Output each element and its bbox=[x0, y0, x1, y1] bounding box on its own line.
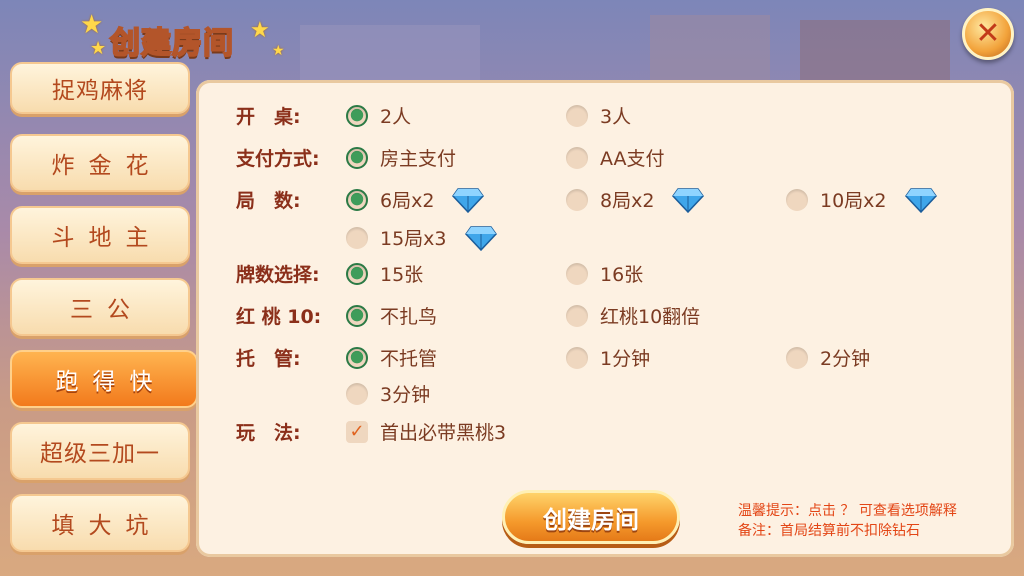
option-8-rounds[interactable]: 8局x2 bbox=[566, 186, 705, 213]
option-label: 不扎鸟 bbox=[380, 306, 438, 328]
radio-unselected[interactable] bbox=[566, 346, 588, 369]
page-title: 创建房间 bbox=[109, 25, 234, 62]
row-label-auto-play: 托 管: bbox=[236, 348, 301, 370]
create-room-label: 创建房间 bbox=[543, 505, 639, 534]
hint-text: 温馨提示：点击 ？ 可查看选项解释 bbox=[738, 503, 957, 519]
option-label: 6局x2 bbox=[380, 190, 435, 212]
option-label: 2分钟 bbox=[820, 348, 871, 370]
sidebar-item-label: 跑得快 bbox=[55, 369, 167, 395]
radio-unselected[interactable] bbox=[566, 104, 588, 127]
option-label: 2人 bbox=[380, 106, 412, 128]
option-label: 1分钟 bbox=[600, 348, 651, 370]
star-icon: ★ bbox=[90, 38, 107, 59]
sidebar-item-zhajinhua[interactable]: 炸金花 bbox=[10, 134, 190, 192]
option-auto-1min[interactable]: 1分钟 bbox=[566, 344, 650, 371]
radio-unselected[interactable] bbox=[566, 304, 588, 327]
option-3-players[interactable]: 3人 bbox=[566, 102, 631, 129]
option-label: 首出必带黑桃3 bbox=[380, 422, 507, 444]
radio-unselected[interactable] bbox=[346, 382, 368, 405]
option-6-rounds[interactable]: 6局x2 bbox=[346, 186, 485, 213]
title-banner: ★ ★ ★ ★ 创建房间 bbox=[40, 8, 285, 66]
radio-selected[interactable] bbox=[346, 146, 368, 169]
row-label-heart-10: 红 桃 10: bbox=[236, 306, 322, 328]
option-label: 3人 bbox=[600, 106, 632, 128]
sidebar-item-chaoji-sanjiayi[interactable]: 超级三加一 bbox=[10, 422, 190, 480]
sidebar-item-label: 填大坑 bbox=[51, 513, 163, 539]
option-label: 8局x2 bbox=[600, 190, 655, 212]
option-auto-2min[interactable]: 2分钟 bbox=[786, 344, 870, 371]
option-label: 不托管 bbox=[380, 348, 438, 370]
option-2-players[interactable]: 2人 bbox=[346, 102, 411, 129]
option-no-auto[interactable]: 不托管 bbox=[346, 344, 437, 371]
create-room-button[interactable]: 创建房间 bbox=[502, 490, 680, 544]
row-label-payment: 支付方式: bbox=[236, 148, 320, 170]
radio-unselected[interactable] bbox=[566, 188, 588, 211]
diamond-icon bbox=[464, 225, 497, 251]
option-16-cards[interactable]: 16张 bbox=[566, 260, 643, 287]
option-aa-pay[interactable]: AA支付 bbox=[566, 144, 665, 171]
sidebar-item-doudizhu[interactable]: 斗地主 bbox=[10, 206, 190, 264]
option-auto-3min[interactable]: 3分钟 bbox=[346, 380, 430, 407]
option-15-rounds[interactable]: 15局x3 bbox=[346, 224, 497, 251]
radio-unselected[interactable] bbox=[786, 346, 808, 369]
option-label: 16张 bbox=[600, 264, 644, 286]
sidebar-item-label: 三公 bbox=[70, 297, 144, 323]
option-label: 15局x3 bbox=[380, 228, 447, 250]
star-icon: ★ bbox=[80, 10, 104, 40]
diamond-icon bbox=[452, 187, 485, 213]
background-building bbox=[300, 25, 480, 85]
star-icon: ★ bbox=[272, 43, 285, 59]
sidebar-item-tiandakeng[interactable]: 填大坑 bbox=[10, 494, 190, 552]
sidebar-item-sangong[interactable]: 三公 bbox=[10, 278, 190, 336]
radio-selected[interactable] bbox=[346, 304, 368, 327]
radio-unselected[interactable] bbox=[566, 262, 588, 285]
option-spade3-first[interactable]: ✓ 首出必带黑桃3 bbox=[346, 418, 506, 445]
option-label: 房主支付 bbox=[380, 148, 457, 170]
row-label-rounds: 局 数: bbox=[236, 190, 301, 212]
option-host-pay[interactable]: 房主支付 bbox=[346, 144, 456, 171]
option-no-bird[interactable]: 不扎鸟 bbox=[346, 302, 437, 329]
option-label: AA支付 bbox=[600, 148, 665, 170]
option-label: 3分钟 bbox=[380, 384, 431, 406]
sidebar-item-zhuoji-majiang[interactable]: 捉鸡麻将 bbox=[10, 62, 190, 114]
close-icon: ✕ bbox=[975, 16, 1001, 51]
radio-unselected[interactable] bbox=[566, 146, 588, 169]
radio-unselected[interactable] bbox=[786, 188, 808, 211]
sidebar-item-label: 超级三加一 bbox=[40, 441, 160, 467]
radio-selected[interactable] bbox=[346, 188, 368, 211]
row-label-card-count: 牌数选择: bbox=[236, 264, 320, 286]
checkbox-checked[interactable]: ✓ bbox=[346, 420, 368, 443]
star-icon: ★ bbox=[250, 18, 270, 43]
settings-panel: 开 桌: 2人 3人 支付方式: 房主支付 AA支付 局 数: 6局x2 8局x… bbox=[196, 80, 1014, 557]
radio-selected[interactable] bbox=[346, 104, 368, 127]
row-label-rules: 玩 法: bbox=[236, 422, 301, 444]
note-text: 备注：首局结算前不扣除钻石 bbox=[738, 523, 920, 539]
option-15-cards[interactable]: 15张 bbox=[346, 260, 423, 287]
option-label: 红桃10翻倍 bbox=[600, 306, 701, 328]
sidebar-item-label: 捉鸡麻将 bbox=[52, 78, 148, 104]
close-button[interactable]: ✕ bbox=[962, 8, 1014, 60]
radio-unselected[interactable] bbox=[346, 226, 368, 249]
option-heart10-double[interactable]: 红桃10翻倍 bbox=[566, 302, 700, 329]
radio-selected[interactable] bbox=[346, 346, 368, 369]
option-10-rounds[interactable]: 10局x2 bbox=[786, 186, 937, 213]
diamond-icon bbox=[904, 187, 937, 213]
game-sidebar: 捉鸡麻将 炸金花 斗地主 三公 跑得快 超级三加一 填大坑 bbox=[0, 62, 208, 576]
row-label-table: 开 桌: bbox=[236, 106, 301, 128]
sidebar-item-label: 炸金花 bbox=[51, 153, 163, 179]
radio-selected[interactable] bbox=[346, 262, 368, 285]
sidebar-item-paodekuai[interactable]: 跑得快 bbox=[10, 350, 208, 408]
option-label: 10局x2 bbox=[820, 190, 887, 212]
sidebar-item-label: 斗地主 bbox=[51, 225, 163, 251]
option-label: 15张 bbox=[380, 264, 424, 286]
background-building bbox=[650, 15, 770, 85]
diamond-icon bbox=[672, 187, 705, 213]
